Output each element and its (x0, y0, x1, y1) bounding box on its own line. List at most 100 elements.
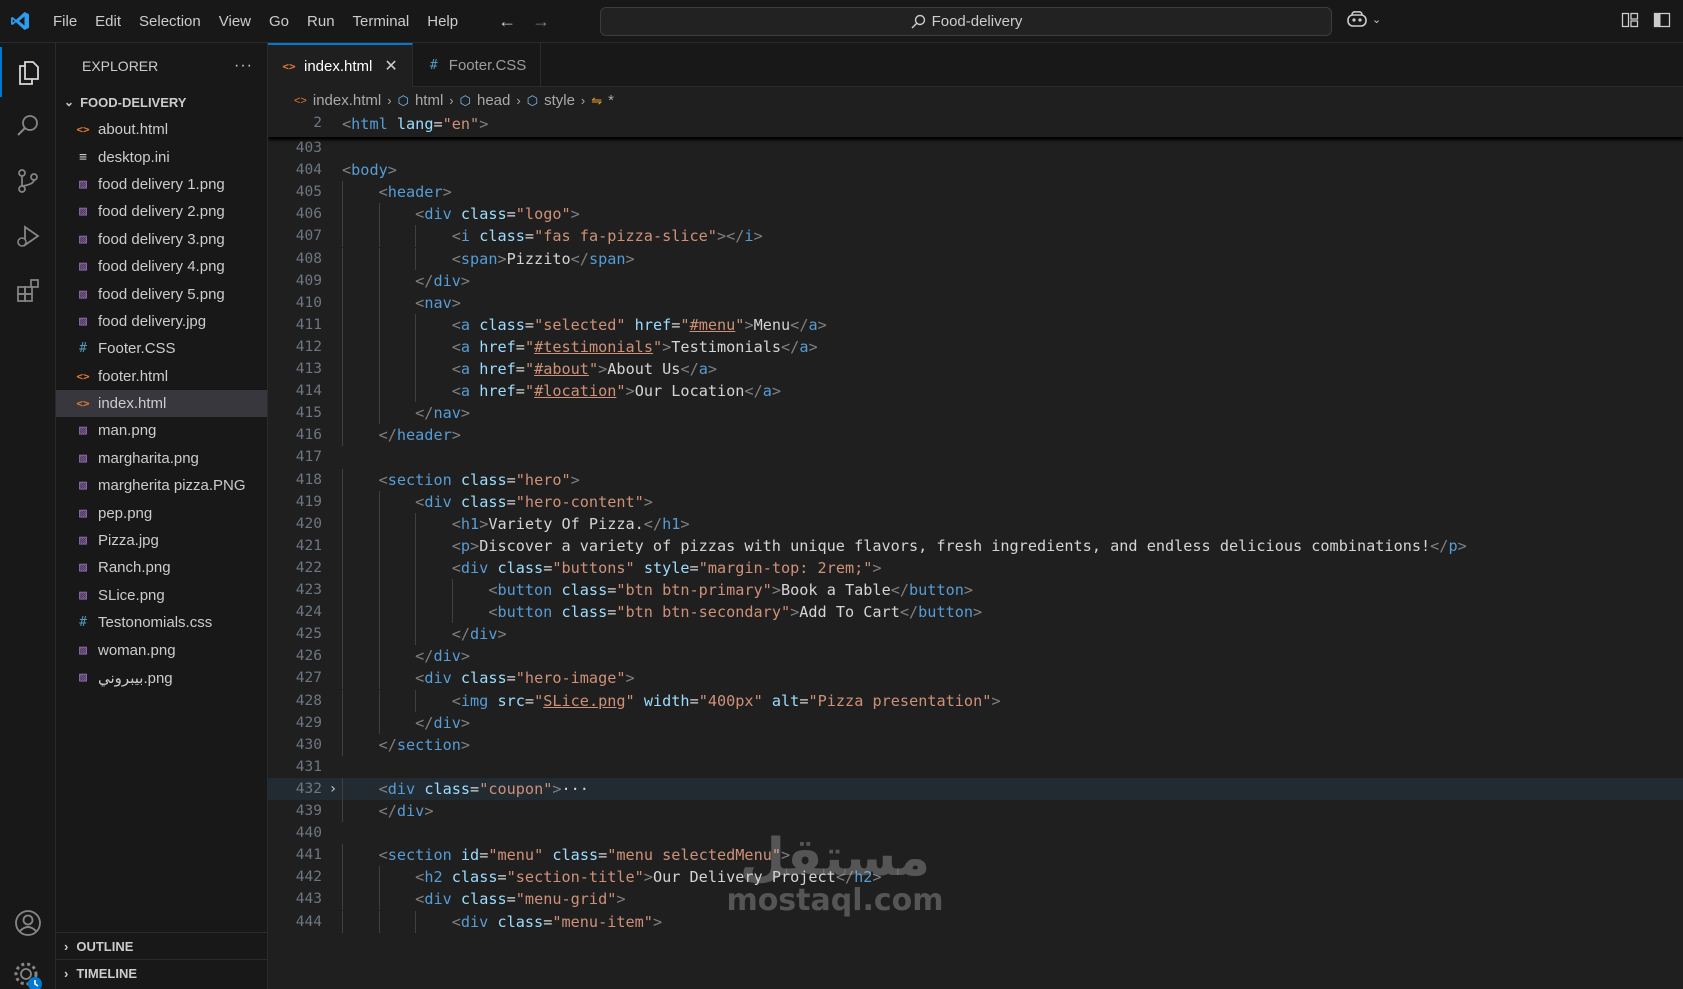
breadcrumb-item[interactable]: html (415, 92, 443, 109)
fold-chevron-icon[interactable]: › (326, 778, 340, 800)
outline-section[interactable]: › OUTLINE (56, 932, 268, 959)
tab-label: index.html (304, 57, 373, 75)
file-item[interactable]: ▨ food delivery 2.png (56, 198, 267, 225)
accounts-icon[interactable] (0, 898, 56, 948)
code-line[interactable]: 431 (268, 756, 1683, 778)
code-line[interactable]: 419 <div class="hero-content"> (268, 491, 1683, 513)
menu-help[interactable]: Help (418, 0, 467, 43)
file-name: desktop.ini (98, 148, 170, 166)
code-line[interactable]: 421 <p>Discover a variety of pizzas with… (268, 535, 1683, 557)
menu-terminal[interactable]: Terminal (344, 0, 419, 43)
code-line[interactable]: 422 <div class="buttons" style="margin-t… (268, 557, 1683, 579)
extensions-icon[interactable] (0, 266, 56, 316)
manage-gear-icon[interactable] (0, 951, 56, 989)
file-item[interactable]: ▨ Ranch.png (56, 554, 267, 581)
code-line[interactable]: 413 <a href="#about">About Us</a> (268, 358, 1683, 380)
breadcrumb-item[interactable]: index.html (313, 92, 381, 109)
code-line[interactable]: 424 <button class="btn btn-secondary">Ad… (268, 601, 1683, 623)
file-item[interactable]: <> footer.html (56, 363, 267, 390)
code-line[interactable]: 426 </div> (268, 645, 1683, 667)
code-line[interactable]: 408 <span>Pizzito</span> (268, 248, 1683, 270)
code-line[interactable]: 428 <img src="SLice.png" width="400px" a… (268, 690, 1683, 712)
code-line[interactable]: 440 (268, 822, 1683, 844)
file-item[interactable]: ▨ pep.png (56, 499, 267, 526)
breadcrumb-item[interactable]: head (477, 92, 510, 109)
code-line[interactable]: 441 <section id="menu" class="menu selec… (268, 844, 1683, 866)
breadcrumb-item[interactable]: * (608, 92, 614, 109)
code-line[interactable]: 420 <h1>Variety Of Pizza.</h1> (268, 513, 1683, 535)
code-line[interactable]: 432 › <div class="coupon">··· (268, 777, 1683, 800)
code-line[interactable]: 414 <a href="#location">Our Location</a> (268, 380, 1683, 402)
code-line[interactable]: 403 (268, 137, 1683, 159)
code-line[interactable]: 427 <div class="hero-image"> (268, 667, 1683, 689)
sticky-scroll-line[interactable]: 2 <html lang="en"> (268, 115, 1683, 137)
code-line[interactable]: 412 <a href="#testimonials">Testimonials… (268, 336, 1683, 358)
code-line[interactable]: 411 <a class="selected" href="#menu">Men… (268, 314, 1683, 336)
menu-selection[interactable]: Selection (130, 0, 210, 43)
chevron-right-icon: › (580, 93, 586, 108)
code-line[interactable]: 404 <body> (268, 159, 1683, 181)
back-arrow-icon[interactable]: ← (497, 11, 517, 31)
menu-file[interactable]: File (44, 0, 86, 43)
indent-guide (342, 291, 343, 314)
file-item[interactable]: ▨ food delivery.jpg (56, 308, 267, 335)
file-name: man.png (98, 422, 157, 440)
tab-index-html[interactable]: <> index.html ✕ (268, 43, 413, 87)
menu-view[interactable]: View (210, 0, 260, 43)
file-item[interactable]: # Testonomials.css (56, 609, 267, 636)
code-line[interactable]: 442 <h2 class="section-title">Our Delive… (268, 866, 1683, 888)
code-line[interactable]: 425 </div> (268, 623, 1683, 645)
file-item[interactable]: ▨ food delivery 5.png (56, 280, 267, 307)
menu-edit[interactable]: Edit (86, 0, 130, 43)
file-item[interactable]: ▨ woman.png (56, 636, 267, 663)
code-line[interactable]: 405 <header> (268, 181, 1683, 203)
file-item[interactable]: ▨ Pizza.jpg (56, 527, 267, 554)
forward-arrow-icon[interactable]: → (531, 11, 551, 31)
file-item[interactable]: ▨ margherita pizza.PNG (56, 472, 267, 499)
project-folder-header[interactable]: ⌄ FOOD-DELIVERY (56, 88, 267, 116)
source-control-icon[interactable] (0, 156, 56, 206)
more-actions-icon[interactable]: ··· (234, 57, 253, 75)
code-line[interactable]: 416 </header> (268, 424, 1683, 446)
command-center-search[interactable]: Food-delivery (600, 7, 1332, 36)
file-item[interactable]: <> index.html (56, 389, 267, 418)
symbol-icon: ⇋ (591, 92, 603, 108)
customize-layout-icon[interactable] (1621, 11, 1639, 29)
timeline-section[interactable]: › TIMELINE (56, 959, 268, 986)
file-item[interactable]: ▨ بيبروني.png (56, 664, 267, 691)
code-line[interactable]: 430 </section> (268, 734, 1683, 756)
code-line[interactable]: 429 </div> (268, 712, 1683, 734)
code-line[interactable]: 444 <div class="menu-item"> (268, 911, 1683, 933)
search-icon[interactable] (0, 101, 56, 151)
file-item[interactable]: <> about.html (56, 116, 267, 143)
code-line[interactable]: 443 <div class="menu-grid"> (268, 888, 1683, 910)
indent-guide (378, 313, 380, 336)
copilot-button[interactable]: ⌄ (1346, 10, 1381, 28)
code-editor[interactable]: 2 <html lang="en"> 403 404 <body> 405 <heade… (268, 115, 1683, 989)
file-item[interactable]: # Footer.CSS (56, 335, 267, 362)
code-line[interactable]: 407 <i class="fas fa-pizza-slice"></i> (268, 225, 1683, 247)
toggle-sidebar-icon[interactable] (1653, 11, 1671, 29)
code-line[interactable]: 406 <div class="logo"> (268, 203, 1683, 225)
code-line[interactable]: 415 </nav> (268, 402, 1683, 424)
file-item[interactable]: ▨ margharita.png (56, 445, 267, 472)
code-line[interactable]: 423 <button class="btn btn-primary">Book… (268, 579, 1683, 601)
breadcrumb-item[interactable]: style (544, 92, 575, 109)
code-line[interactable]: 439 </div> (268, 800, 1683, 822)
menu-run[interactable]: Run (298, 0, 344, 43)
run-debug-icon[interactable] (0, 211, 56, 261)
file-item[interactable]: ▨ SLice.png (56, 582, 267, 609)
code-line[interactable]: 410 <nav> (268, 292, 1683, 314)
file-item[interactable]: ▨ food delivery 4.png (56, 253, 267, 280)
file-item[interactable]: ▨ food delivery 3.png (56, 226, 267, 253)
tab-footer-css[interactable]: # Footer.CSS (413, 43, 542, 87)
file-item[interactable]: ▨ man.png (56, 417, 267, 444)
file-item[interactable]: ▨ food delivery 1.png (56, 171, 267, 198)
code-line[interactable]: 418 <section class="hero"> (268, 469, 1683, 491)
file-item[interactable]: ≡ desktop.ini (56, 143, 267, 170)
code-line[interactable]: 409 </div> (268, 270, 1683, 292)
close-icon[interactable]: ✕ (384, 56, 397, 76)
code-line[interactable]: 417 (268, 446, 1683, 468)
menu-go[interactable]: Go (260, 0, 298, 43)
explorer-icon[interactable] (0, 47, 56, 97)
